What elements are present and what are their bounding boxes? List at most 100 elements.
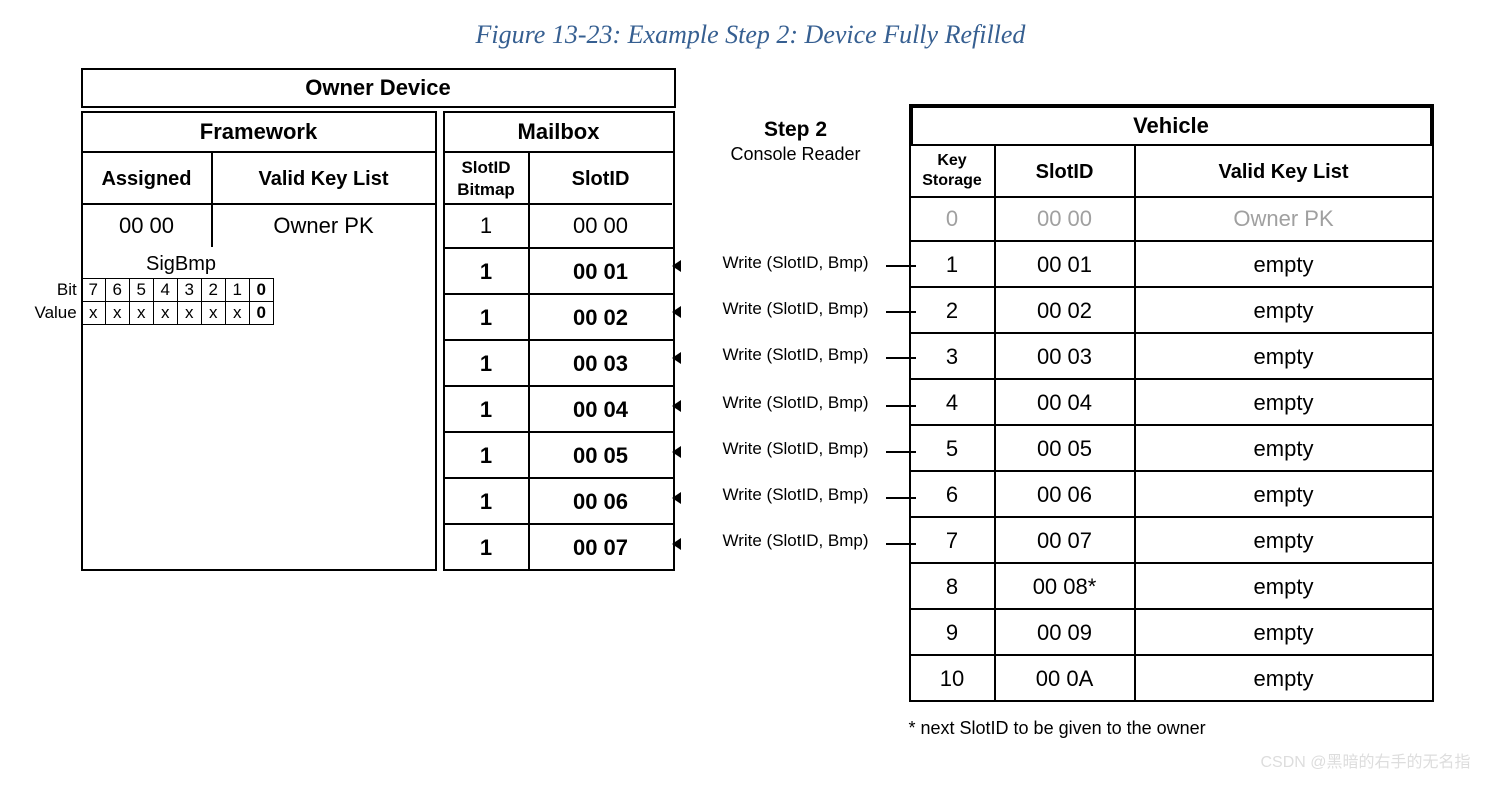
vehicle-row: 000 00Owner PK bbox=[911, 198, 1432, 240]
mailbox-cell-bitmap: 1 bbox=[445, 479, 530, 523]
sigbmp-bit-cell: 2 bbox=[201, 279, 225, 302]
sigbmp-value-cell: x bbox=[105, 302, 129, 325]
write-label-text: Write (SlotID, Bmp) bbox=[718, 299, 872, 319]
vehicle-cell-key: empty bbox=[1136, 656, 1432, 700]
footnote: * next SlotID to be given to the owner bbox=[909, 718, 1206, 739]
write-label-text: Write (SlotID, Bmp) bbox=[718, 393, 872, 413]
sigbmp-bit-cell: 6 bbox=[105, 279, 129, 302]
vehicle-cell-slotid: 00 07 bbox=[996, 518, 1136, 562]
mailbox-row: 100 07 bbox=[445, 523, 673, 569]
mailbox-row: 100 05 bbox=[445, 431, 673, 477]
sigbmp-value-cell: x bbox=[225, 302, 249, 325]
mailbox-row: 100 01 bbox=[445, 247, 673, 293]
arrow-left-icon bbox=[672, 538, 681, 550]
mailbox-cell-slotid: 00 01 bbox=[530, 249, 672, 293]
sigbmp-value-cell: x bbox=[129, 302, 153, 325]
vehicle-cell-key: empty bbox=[1136, 472, 1432, 516]
vehicle-cell-key: empty bbox=[1136, 564, 1432, 608]
vehicle-cell-storage: 4 bbox=[911, 380, 996, 424]
vehicle-cell-key: empty bbox=[1136, 610, 1432, 654]
mailbox-table: Mailbox SlotID Bitmap SlotID 100 00100 0… bbox=[443, 111, 675, 571]
write-arrow-label: Write (SlotID, Bmp) bbox=[681, 485, 911, 505]
vehicle-cell-storage: 8 bbox=[911, 564, 996, 608]
vehicle-title: Vehicle bbox=[911, 106, 1432, 146]
mailbox-cell-slotid: 00 00 bbox=[530, 205, 672, 247]
watermark: CSDN @黑暗的右手的无名指 bbox=[1260, 748, 1470, 772]
vehicle-cell-key: empty bbox=[1136, 426, 1432, 470]
step-subtitle: Console Reader bbox=[681, 144, 911, 165]
arrow-left-icon bbox=[672, 492, 681, 504]
mailbox-cell-bitmap: 1 bbox=[445, 205, 530, 247]
vehicle-row: 400 04empty bbox=[911, 378, 1432, 424]
sigbmp-bit-cell: 7 bbox=[81, 279, 105, 302]
vehicle-row: 800 08*empty bbox=[911, 562, 1432, 608]
mailbox-row: 100 00 bbox=[445, 205, 673, 247]
write-arrow-label: Write (SlotID, Bmp) bbox=[681, 299, 911, 319]
write-label-text: Write (SlotID, Bmp) bbox=[718, 485, 872, 505]
write-arrow-label: Write (SlotID, Bmp) bbox=[681, 393, 911, 413]
vehicle-cell-storage: 1 bbox=[911, 242, 996, 286]
vehicle-row: 1000 0Aempty bbox=[911, 654, 1432, 700]
vehicle-cell-slotid: 00 03 bbox=[996, 334, 1136, 378]
sigbmp-bit-cell: 4 bbox=[153, 279, 177, 302]
sigbmp-value-cell: 0 bbox=[249, 302, 273, 325]
vehicle-row: 100 01empty bbox=[911, 240, 1432, 286]
vehicle-cell-storage: 2 bbox=[911, 288, 996, 332]
vehicle-cell-storage: 10 bbox=[911, 656, 996, 700]
sigbmp-value-cell: x bbox=[201, 302, 225, 325]
vehicle-cell-storage: 3 bbox=[911, 334, 996, 378]
mailbox-cell-bitmap: 1 bbox=[445, 525, 530, 569]
sigbmp-title: SigBmp bbox=[84, 253, 279, 276]
vehicle-cell-slotid: 00 00 bbox=[996, 198, 1136, 240]
vehicle-cell-key: empty bbox=[1136, 518, 1432, 562]
vehicle-cell-key: Owner PK bbox=[1136, 198, 1432, 240]
figure-caption: Figure 13-23: Example Step 2: Device Ful… bbox=[20, 20, 1481, 50]
mailbox-cell-slotid: 00 03 bbox=[530, 341, 672, 385]
vehicle-cell-slotid: 00 05 bbox=[996, 426, 1136, 470]
sigbmp-table: SigBmp Bit 76543210 Value xxxxxxx0 bbox=[34, 253, 279, 325]
sigbmp-value-cell: x bbox=[177, 302, 201, 325]
mailbox-cell-slotid: 00 06 bbox=[530, 479, 672, 523]
vehicle-cell-key: empty bbox=[1136, 288, 1432, 332]
sigbmp-bit-cell: 5 bbox=[129, 279, 153, 302]
sigbmp-bit-label: Bit bbox=[34, 279, 82, 302]
vehicle-cell-key: empty bbox=[1136, 334, 1432, 378]
vehicle-cell-storage: 0 bbox=[911, 198, 996, 240]
sigbmp-bit-cell: 1 bbox=[225, 279, 249, 302]
mailbox-cell-slotid: 00 05 bbox=[530, 433, 672, 477]
arrow-left-icon bbox=[672, 306, 681, 318]
vehicle-row: 600 06empty bbox=[911, 470, 1432, 516]
framework-cell-assigned: 00 00 bbox=[83, 205, 213, 247]
arrow-left-icon bbox=[672, 446, 681, 458]
vehicle-cell-slotid: 00 02 bbox=[996, 288, 1136, 332]
center-column: Step 2 Console Reader Write (SlotID, Bmp… bbox=[681, 118, 911, 165]
framework-table: Framework Assigned Valid Key List 00 00O… bbox=[81, 111, 437, 571]
vehicle-cell-slotid: 00 09 bbox=[996, 610, 1136, 654]
sigbmp-value-label: Value bbox=[34, 302, 82, 325]
vehicle-cell-storage: 5 bbox=[911, 426, 996, 470]
mailbox-row: 100 03 bbox=[445, 339, 673, 385]
sigbmp-value-cell: x bbox=[81, 302, 105, 325]
framework-header-assigned: Assigned bbox=[83, 153, 213, 205]
vehicle-cell-slotid: 00 01 bbox=[996, 242, 1136, 286]
vehicle-cell-storage: 9 bbox=[911, 610, 996, 654]
mailbox-header-slotid: SlotID bbox=[530, 153, 672, 205]
vehicle-row: 500 05empty bbox=[911, 424, 1432, 470]
vehicle-header-slotid: SlotID bbox=[996, 146, 1136, 198]
vehicle-cell-storage: 7 bbox=[911, 518, 996, 562]
vehicle-header-keylist: Valid Key List bbox=[1136, 146, 1432, 198]
arrow-left-icon bbox=[672, 400, 681, 412]
vehicle-table: Vehicle Key Storage SlotID Valid Key Lis… bbox=[909, 104, 1434, 702]
vehicle-row: 900 09empty bbox=[911, 608, 1432, 654]
vehicle-cell-slotid: 00 06 bbox=[996, 472, 1136, 516]
framework-title: Framework bbox=[83, 113, 435, 153]
vehicle-row: 300 03empty bbox=[911, 332, 1432, 378]
vehicle-header-storage: Key Storage bbox=[911, 146, 996, 198]
step-title: Step 2 bbox=[681, 118, 911, 142]
vehicle-cell-slotid: 00 08* bbox=[996, 564, 1136, 608]
vehicle-cell-key: empty bbox=[1136, 380, 1432, 424]
mailbox-row: 100 04 bbox=[445, 385, 673, 431]
write-arrow-label: Write (SlotID, Bmp) bbox=[681, 531, 911, 551]
mailbox-row: 100 06 bbox=[445, 477, 673, 523]
vehicle-row: 700 07empty bbox=[911, 516, 1432, 562]
